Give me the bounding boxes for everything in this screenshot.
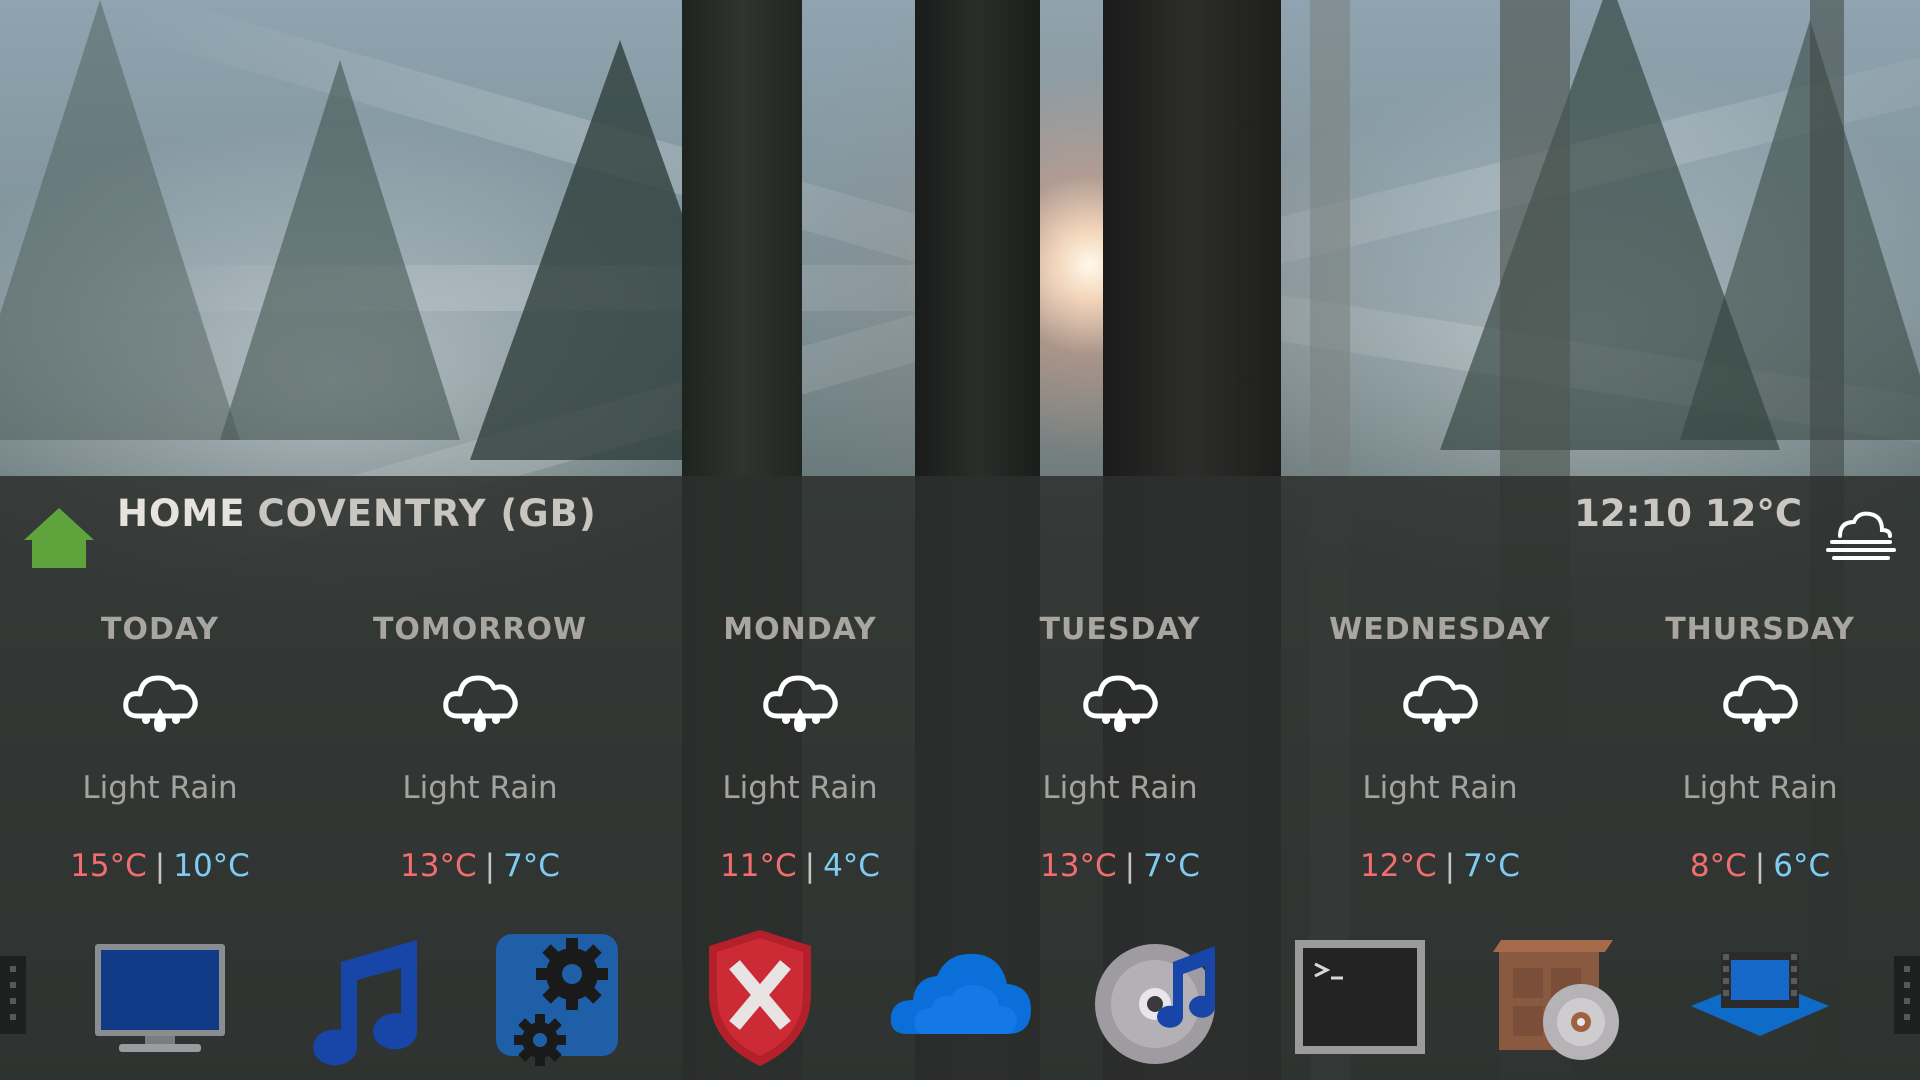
light-rain-icon <box>123 675 198 732</box>
pine-tree <box>1680 20 1920 440</box>
weather-description: Light Rain <box>722 770 878 806</box>
dock-item-video-player[interactable] <box>1685 922 1835 1072</box>
low-temp: 7°C <box>1143 848 1200 884</box>
high-temp: 12°C <box>1360 848 1437 884</box>
forecast-day: TUESDAY Light Rain 13°C | 7°C <box>960 610 1280 886</box>
temp-separator: | <box>1124 848 1136 884</box>
low-temp: 7°C <box>503 848 560 884</box>
low-temp: 10°C <box>173 848 250 884</box>
light-rain-icon <box>1723 675 1798 732</box>
temp-range: 11°C | 4°C <box>640 846 960 886</box>
current-time: 12:10 <box>1574 492 1692 535</box>
temp-separator: | <box>804 848 816 884</box>
day-name: TOMORROW <box>372 612 588 647</box>
light-rain-icon <box>1083 675 1158 732</box>
temp-range: 8°C | 6°C <box>1600 846 1920 886</box>
day-name: WEDNESDAY <box>1329 612 1551 647</box>
forecast-day: TODAY Light Rain 15°C | 10°C <box>0 610 320 886</box>
pine-tree <box>0 0 240 440</box>
dock-item-security[interactable] <box>685 922 835 1072</box>
day-name: TUESDAY <box>1039 612 1201 647</box>
temp-range: 15°C | 10°C <box>0 846 320 886</box>
weather-description: Light Rain <box>1362 770 1518 806</box>
day-name: MONDAY <box>723 612 877 647</box>
high-temp: 15°C <box>70 848 147 884</box>
monitor-icon <box>95 944 225 1052</box>
low-temp: 4°C <box>823 848 880 884</box>
weather-description: Light Rain <box>402 770 558 806</box>
high-temp: 13°C <box>1040 848 1117 884</box>
system-settings-icon <box>496 934 618 1066</box>
dock-item-cloud[interactable] <box>885 922 1035 1072</box>
forecast-day: TOMORROW Light Rain 13°C | 7°C <box>320 610 640 886</box>
dock-item-package-installer[interactable] <box>1485 922 1635 1072</box>
dock-scroll-right-handle[interactable] <box>1894 956 1920 1034</box>
weather-description: Light Rain <box>82 770 238 806</box>
music-note-icon <box>313 940 418 1066</box>
dock-item-music-player[interactable] <box>1085 922 1235 1072</box>
location-title: HOME COVENTRY (GB) <box>117 492 597 535</box>
light-rain-icon <box>443 675 518 732</box>
high-temp: 11°C <box>720 848 797 884</box>
video-player-icon <box>1691 952 1829 1036</box>
dock-item-terminal[interactable] <box>1285 922 1435 1072</box>
forecast-day: WEDNESDAY Light Rain 12°C | 7°C <box>1280 610 1600 886</box>
forecast-day: MONDAY Light Rain 11°C | 4°C <box>640 610 960 886</box>
dock-item-music[interactable] <box>285 922 435 1072</box>
temp-range: 13°C | 7°C <box>320 846 640 886</box>
temp-separator: | <box>154 848 166 884</box>
light-rain-icon <box>763 675 838 732</box>
terminal-icon <box>1295 940 1425 1054</box>
current-conditions: 12:10 12°C <box>1574 492 1802 535</box>
temp-separator: | <box>1444 848 1456 884</box>
day-name: TODAY <box>101 612 219 647</box>
low-temp: 7°C <box>1463 848 1520 884</box>
dock-item-monitor[interactable] <box>85 922 235 1072</box>
forecast-day: THURSDAY Light Rain 8°C | 6°C <box>1600 610 1920 886</box>
package-installer-icon <box>1493 940 1619 1060</box>
dock-scroll-left-handle[interactable] <box>0 956 26 1034</box>
cloud-storage-icon <box>890 953 1031 1034</box>
current-temp: 12°C <box>1704 492 1802 535</box>
security-shield-icon <box>709 930 811 1066</box>
temp-separator: | <box>1754 848 1766 884</box>
city-name: COVENTRY (GB) <box>257 492 597 535</box>
weather-description: Light Rain <box>1682 770 1838 806</box>
pine-tree <box>220 60 460 440</box>
high-temp: 8°C <box>1689 848 1747 884</box>
temp-separator: | <box>484 848 496 884</box>
fog-icon <box>1826 511 1896 560</box>
temp-range: 12°C | 7°C <box>1280 846 1600 886</box>
dock-item-system-settings[interactable] <box>480 922 630 1072</box>
weather-description: Light Rain <box>1042 770 1198 806</box>
day-name: THURSDAY <box>1665 612 1855 647</box>
temp-range: 13°C | 7°C <box>960 846 1280 886</box>
home-icon[interactable] <box>22 506 96 570</box>
low-temp: 6°C <box>1773 848 1831 884</box>
home-label: HOME <box>117 492 246 535</box>
music-disc-icon <box>1095 944 1216 1064</box>
light-rain-icon <box>1403 675 1478 732</box>
high-temp: 13°C <box>400 848 477 884</box>
